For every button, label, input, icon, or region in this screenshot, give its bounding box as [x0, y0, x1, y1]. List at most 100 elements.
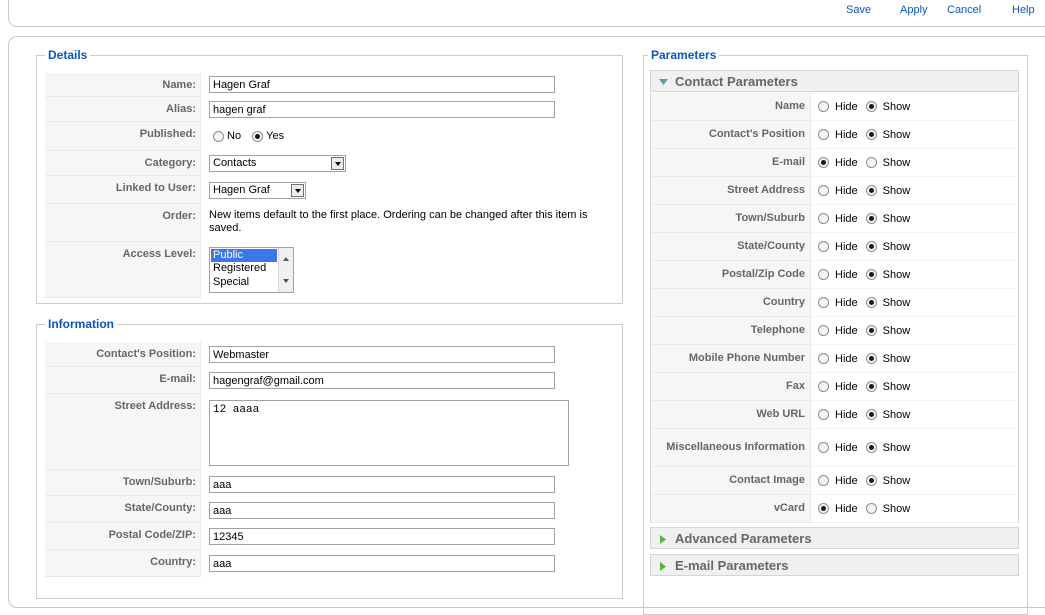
hide-label: Hide	[835, 474, 858, 487]
email-input[interactable]	[209, 372, 555, 389]
show-label: Show	[882, 184, 911, 197]
hide-radio[interactable]	[818, 353, 829, 364]
show-label: Show	[882, 441, 911, 454]
hide-radio[interactable]	[818, 213, 829, 224]
hide-radio[interactable]	[818, 409, 829, 420]
details-fieldset: Details Name: Alias: Published: No Yes C…	[36, 48, 624, 304]
hide-radio[interactable]	[818, 269, 829, 280]
show-label: Show	[882, 324, 911, 337]
category-selected: Contacts	[213, 157, 257, 169]
hide-label: Hide	[835, 212, 858, 225]
scroll-up-icon[interactable]	[283, 257, 289, 261]
hide-label: Hide	[835, 296, 858, 309]
show-label: Show	[882, 380, 911, 393]
access-option-special[interactable]: Special	[213, 276, 249, 289]
town-row: Town/Suburb:	[45, 470, 624, 496]
position-input[interactable]	[209, 346, 555, 363]
hide-radio[interactable]	[818, 503, 829, 514]
show-radio[interactable]	[865, 101, 877, 112]
access-option-public[interactable]: Public	[211, 249, 277, 262]
show-radio[interactable]	[865, 353, 877, 364]
hide-radio[interactable]	[818, 297, 829, 308]
show-label: Show	[882, 212, 911, 225]
postal-input[interactable]	[209, 528, 555, 545]
name-input[interactable]	[209, 76, 555, 93]
show-radio[interactable]	[865, 475, 877, 486]
published-label: Published:	[45, 122, 201, 151]
category-select[interactable]: Contacts	[209, 155, 346, 172]
hide-radio[interactable]	[818, 475, 829, 486]
linked-user-select[interactable]: Hagen Graf	[209, 182, 306, 199]
show-radio[interactable]	[865, 213, 877, 224]
param-label: Contact's Position	[651, 121, 811, 149]
alias-row: Alias:	[45, 97, 624, 122]
param-label: Country	[651, 289, 811, 317]
show-radio[interactable]	[865, 185, 877, 196]
show-label: Show	[882, 474, 911, 487]
show-radio[interactable]	[865, 297, 877, 308]
show-radio[interactable]	[865, 157, 877, 168]
email-label: E-mail:	[45, 367, 201, 394]
param-options: Hide Show	[811, 177, 1018, 205]
contact-parameters-toggle[interactable]: Contact Parameters	[650, 70, 1019, 92]
scroll-down-icon[interactable]	[283, 279, 289, 283]
details-legend: Details	[45, 48, 91, 62]
street-textarea[interactable]: 12 aaaa	[209, 400, 569, 466]
help-button[interactable]: Help	[1012, 4, 1035, 16]
param-row: Telephone Hide Show	[650, 317, 1019, 345]
param-row: Contact's Position Hide Show	[650, 121, 1019, 149]
published-yes-label: Yes	[266, 130, 285, 143]
show-radio[interactable]	[865, 241, 877, 252]
access-level-scrollbar[interactable]	[278, 248, 293, 292]
show-radio[interactable]	[865, 442, 877, 453]
toolbar: Save Apply Cancel Help	[8, 0, 1045, 27]
show-radio[interactable]	[865, 269, 877, 280]
hide-radio[interactable]	[818, 129, 829, 140]
param-options: Hide Show	[811, 289, 1018, 317]
hide-radio[interactable]	[818, 381, 829, 392]
save-button[interactable]: Save	[846, 4, 871, 16]
access-option-registered[interactable]: Registered	[213, 262, 266, 275]
published-yes-radio[interactable]	[252, 130, 264, 142]
show-radio[interactable]	[865, 325, 877, 336]
country-input[interactable]	[209, 555, 555, 572]
hide-radio[interactable]	[818, 157, 829, 168]
hide-radio[interactable]	[818, 185, 829, 196]
param-options: Hide Show	[811, 121, 1018, 149]
advanced-parameters-toggle[interactable]: Advanced Parameters	[650, 527, 1019, 549]
chevron-down-icon[interactable]	[331, 157, 344, 170]
show-label: Show	[882, 268, 911, 281]
hide-radio[interactable]	[818, 325, 829, 336]
show-radio[interactable]	[865, 381, 877, 392]
hide-label: Hide	[835, 380, 858, 393]
apply-button[interactable]: Apply	[900, 4, 928, 16]
param-row: Miscellaneous Information Hide Show	[650, 429, 1019, 467]
show-label: Show	[882, 408, 911, 421]
show-label: Show	[882, 100, 911, 113]
alias-label: Alias:	[45, 97, 201, 122]
published-no-radio[interactable]	[213, 130, 224, 142]
show-radio[interactable]	[865, 503, 877, 514]
param-label: Town/Suburb	[651, 205, 811, 233]
cancel-button[interactable]: Cancel	[947, 4, 981, 16]
expanded-triangle-icon	[659, 79, 668, 85]
information-fieldset: Information Contact's Position: E-mail: …	[36, 317, 624, 599]
show-radio[interactable]	[865, 129, 877, 140]
email-parameters-title: E-mail Parameters	[675, 558, 789, 573]
state-input[interactable]	[209, 502, 555, 519]
order-row: Order: New items default to the first pl…	[45, 204, 624, 242]
hide-radio[interactable]	[818, 442, 829, 453]
country-label: Country:	[45, 550, 201, 577]
alias-input[interactable]	[209, 101, 555, 118]
town-label: Town/Suburb:	[45, 470, 201, 496]
show-label: Show	[882, 352, 911, 365]
chevron-down-icon[interactable]	[291, 184, 304, 197]
town-input[interactable]	[209, 476, 555, 493]
show-radio[interactable]	[865, 409, 877, 420]
email-parameters-toggle[interactable]: E-mail Parameters	[650, 554, 1019, 576]
hide-radio[interactable]	[818, 241, 829, 252]
hide-label: Hide	[835, 128, 858, 141]
access-level-listbox[interactable]: Public Registered Special	[209, 247, 294, 293]
hide-radio[interactable]	[818, 101, 829, 112]
param-options: Hide Show	[811, 401, 1018, 429]
